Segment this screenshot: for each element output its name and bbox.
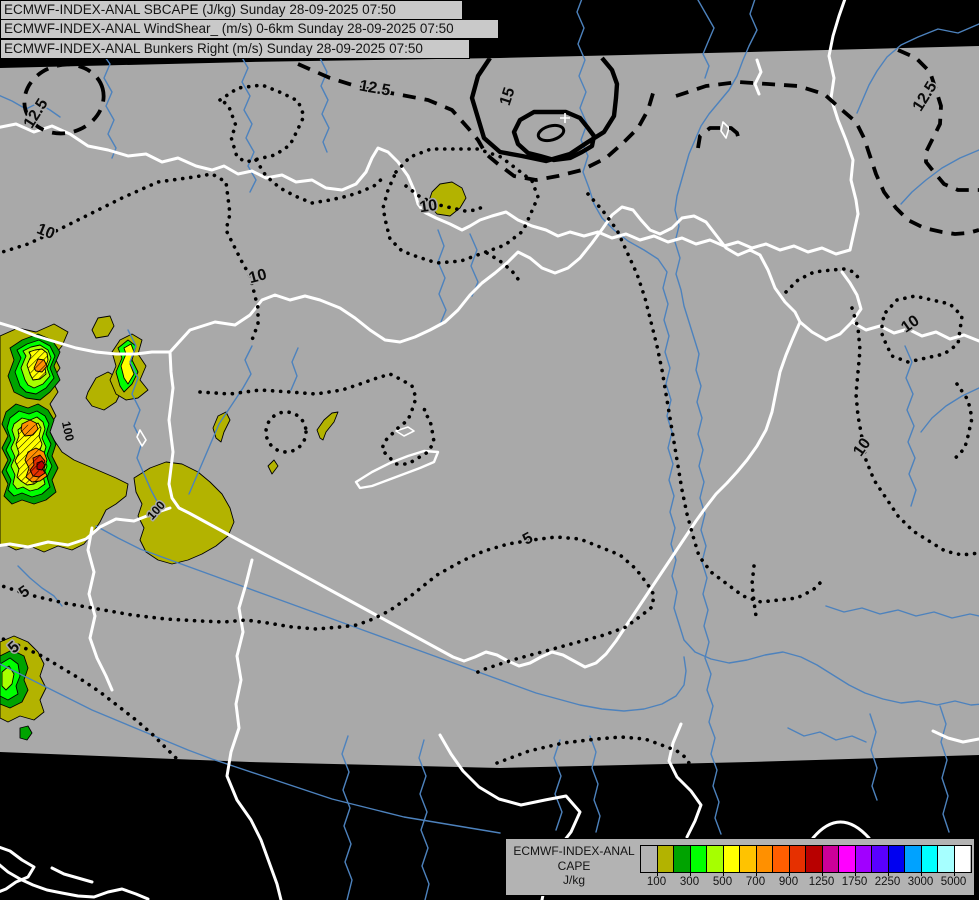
colorbar-swatch xyxy=(740,846,757,872)
weather-map-page: 12.5 12.5 12.5 15 10 10 10 10 10 5 5 5 100 100 ECMWF-… xyxy=(0,0,979,900)
colorbar-swatch xyxy=(756,846,773,872)
colorbar-labels: 100 300 500 700 900 1250 1750 2250 3000 5000 xyxy=(640,872,970,891)
colorbar-swatch xyxy=(839,846,856,872)
colorbar-swatch xyxy=(905,846,922,872)
colorbar-swatch xyxy=(657,846,674,872)
colorbar-swatch xyxy=(723,846,740,872)
colorbar-tick-label: 2250 xyxy=(874,876,901,888)
colorbar-swatch xyxy=(855,846,872,872)
colorbar-tick-label: 5000 xyxy=(940,876,967,888)
colorbar-swatch xyxy=(872,846,889,872)
legend-panel: ECMWF-INDEX-ANAL CAPE J/kg 100 300 500 700 9… xyxy=(505,838,975,896)
weather-map-canvas: 12.512.5 12.5151010101010555100100 xyxy=(0,0,979,900)
colorbar-swatch xyxy=(789,846,806,872)
colorbar-tick-label: 3000 xyxy=(907,876,934,888)
colorbar-swatch xyxy=(806,846,823,872)
legend-title-block: ECMWF-INDEX-ANAL CAPE J/kg xyxy=(510,844,638,888)
colorbar-tick-label: 100 xyxy=(646,876,667,888)
legend-model-name: ECMWF-INDEX-ANAL xyxy=(513,844,635,858)
colorbar-swatch xyxy=(674,846,691,872)
colorbar-swatch xyxy=(921,846,938,872)
colorbar-tick-label: 700 xyxy=(745,876,766,888)
colorbar-tick-label: 300 xyxy=(679,876,700,888)
colorbar-swatch xyxy=(822,846,839,872)
colorbar-swatches xyxy=(640,845,972,873)
colorbar-swatch xyxy=(707,846,724,872)
colorbar-swatch xyxy=(954,846,970,872)
colorbar-swatch xyxy=(888,846,905,872)
legend-parameter: CAPE xyxy=(557,858,591,873)
legend-unit: J/kg xyxy=(562,873,585,887)
title-bar-bunkers: ECMWF-INDEX-ANAL Bunkers Right (m/s) Sun… xyxy=(0,39,470,59)
colorbar-swatch xyxy=(690,846,707,872)
colorbar-swatch xyxy=(938,846,955,872)
colorbar-tick-label: 1750 xyxy=(841,876,868,888)
contour-label: 10 xyxy=(418,197,438,216)
title-bar-sbcape: ECMWF-INDEX-ANAL SBCAPE (J/kg) Sunday 28… xyxy=(0,0,463,20)
colorbar-swatch xyxy=(773,846,790,872)
colorbar-tick-label: 1250 xyxy=(808,876,835,888)
title-bar-windshear: ECMWF-INDEX-ANAL WindShear_ (m/s) 0-6km … xyxy=(0,19,499,39)
colorbar-tick-label: 900 xyxy=(778,876,799,888)
colorbar: 100 300 500 700 900 1250 1750 2250 3000 5000 xyxy=(640,845,972,891)
colorbar-tick-label: 500 xyxy=(712,876,733,888)
colorbar-swatch xyxy=(641,846,658,872)
